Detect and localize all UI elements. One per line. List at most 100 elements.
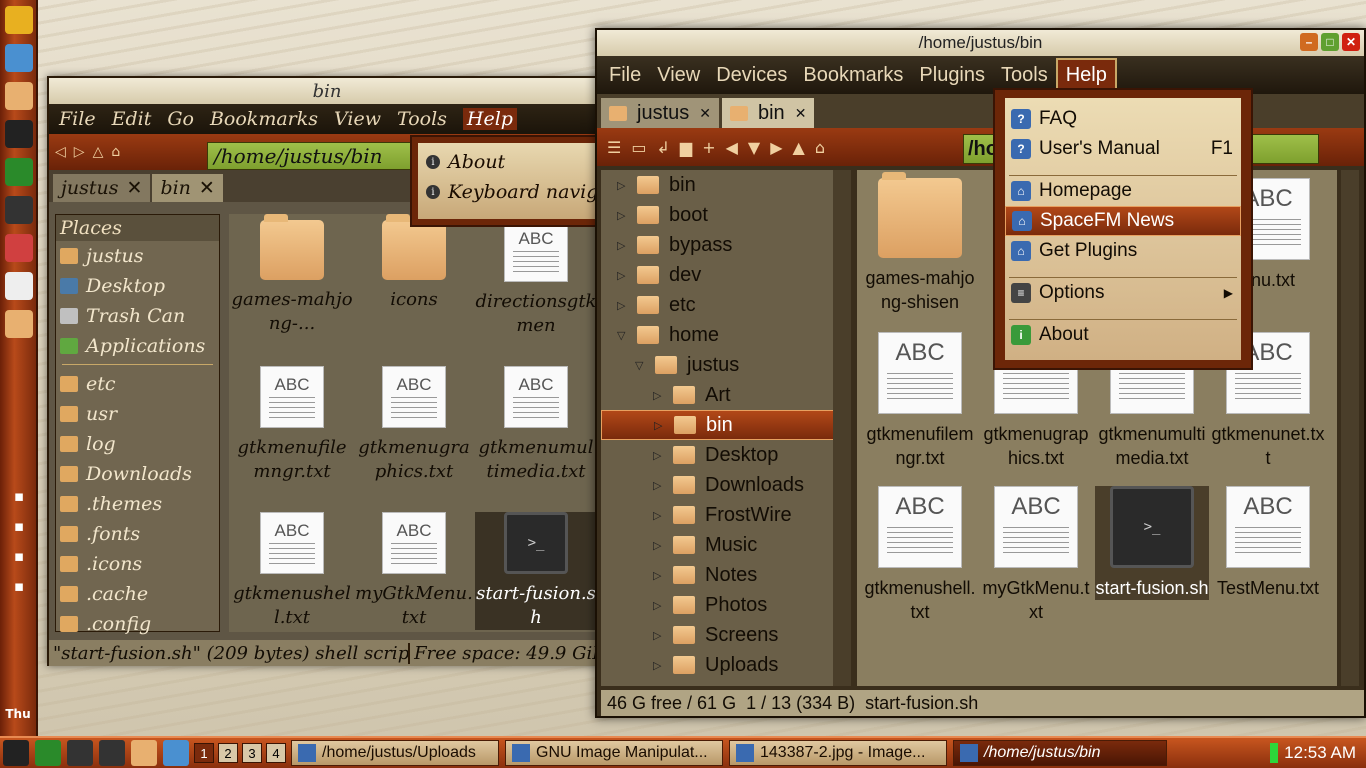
expander-icon[interactable]: ▽ (617, 329, 627, 342)
forward-icon[interactable]: ▷ (74, 144, 85, 160)
menu-file[interactable]: File (601, 58, 649, 92)
tab-close-icon[interactable]: ✕ (699, 105, 711, 122)
list-view-icon[interactable]: ☰ (607, 138, 621, 157)
window-title[interactable]: /home/justus/bin – □ ✕ (597, 30, 1364, 56)
expander-icon[interactable]: ▷ (653, 659, 663, 672)
tree-item-frostwire[interactable]: ▷ FrostWire (601, 500, 851, 530)
places-header[interactable]: Places (56, 215, 219, 241)
bird-icon[interactable] (5, 6, 33, 34)
camera-icon[interactable] (5, 196, 33, 224)
menu-view[interactable]: View (649, 58, 708, 92)
camera-icon[interactable] (99, 740, 125, 766)
file-item[interactable]: ABC gtkmenumultimedia.txt (475, 366, 597, 484)
tree-item-dev[interactable]: ▷ dev (601, 260, 851, 290)
new-folder-icon[interactable]: ▆ (680, 138, 692, 157)
up-icon[interactable]: ▲ (793, 138, 805, 157)
expander-icon[interactable]: ▷ (617, 179, 627, 192)
tree-item-screens[interactable]: ▷ Screens (601, 620, 851, 650)
expander-icon[interactable]: ▷ (654, 419, 664, 432)
expander-icon[interactable]: ▷ (617, 209, 627, 222)
minimize-icon[interactable]: – (1300, 33, 1318, 51)
task-button[interactable]: /home/justus/bin (953, 740, 1167, 766)
folder-icon[interactable] (5, 310, 33, 338)
volume-icon[interactable]: ▪ (5, 485, 33, 507)
task-button[interactable]: GNU Image Manipulat... (505, 740, 723, 766)
menu-help[interactable]: Help (462, 108, 517, 130)
back-icon[interactable]: ◁ (55, 144, 66, 160)
workspace-3[interactable]: 3 (242, 743, 262, 763)
up-icon[interactable]: △ (93, 144, 104, 160)
tab-justus[interactable]: justus ✕ (601, 98, 719, 128)
network-icon[interactable] (5, 44, 33, 72)
place-justus[interactable]: justus (56, 241, 219, 271)
tree-item-home[interactable]: ▽ home (601, 320, 851, 350)
expander-icon[interactable]: ▽ (635, 359, 645, 372)
expander-icon[interactable]: ▷ (653, 449, 663, 462)
task-button[interactable]: /home/justus/Uploads (291, 740, 499, 766)
menu-go[interactable]: Go (167, 108, 194, 130)
maximize-icon[interactable]: □ (1321, 33, 1339, 51)
file-item[interactable]: games-mahjong-... (231, 214, 353, 336)
tree-scrollbar[interactable] (833, 170, 851, 686)
tree-item-art[interactable]: ▷ Art (601, 380, 851, 410)
network-icon[interactable]: ▪ (5, 545, 33, 567)
window-title[interactable]: bin (49, 78, 605, 104)
tree-item-notes[interactable]: ▷ Notes (601, 560, 851, 590)
menu-tools[interactable]: Tools (397, 108, 447, 130)
tree-item-boot[interactable]: ▷ boot (601, 200, 851, 230)
help-item-user-s-manual[interactable]: ? User's Manual F1 (1005, 134, 1241, 164)
place-applications[interactable]: Applications (56, 331, 219, 361)
bookmark-config[interactable]: .config (56, 609, 219, 639)
expander-icon[interactable]: ▷ (653, 479, 663, 492)
drive-icon[interactable]: ▭ (631, 138, 646, 157)
tab-bin[interactable]: bin ✕ (152, 174, 223, 202)
file-item[interactable]: ABC myGtkMenu.txt (979, 486, 1093, 624)
tab-justus[interactable]: justus ✕ (53, 174, 151, 202)
expander-icon[interactable]: ▷ (653, 569, 663, 582)
file-item[interactable]: ABC directionsgtkmen (475, 220, 597, 338)
tree-item-photos[interactable]: ▷ Photos (601, 590, 851, 620)
help-item-get-plugins[interactable]: ⌂ Get Plugins (1005, 236, 1241, 266)
file-item[interactable]: ABC gtkmenushell.txt (863, 486, 977, 624)
tab-close-icon[interactable]: ✕ (795, 105, 807, 122)
home-icon[interactable]: ⌂ (815, 138, 825, 157)
expander-icon[interactable]: ▷ (617, 269, 627, 282)
new-tab-icon[interactable]: + (702, 138, 715, 157)
file-item[interactable]: ABC gtkmenufilemngr.txt (863, 332, 977, 470)
music-icon[interactable] (35, 740, 61, 766)
expander-icon[interactable]: ▷ (617, 239, 627, 252)
grid-icon[interactable] (67, 740, 93, 766)
help-item-about[interactable]: i About (1005, 320, 1241, 350)
tab-close-icon[interactable]: ✕ (199, 177, 215, 199)
menu-bookmarks[interactable]: Bookmarks (795, 58, 911, 92)
file-item[interactable]: ABC gtkmenushell.txt (231, 512, 353, 630)
expander-icon[interactable]: ▷ (653, 389, 663, 402)
down-icon[interactable]: ▼ (748, 138, 760, 157)
clipboard-icon[interactable]: ▪ (5, 515, 33, 537)
workspace-1[interactable]: 1 (194, 743, 214, 763)
terminal-icon[interactable] (3, 740, 29, 766)
tree-item-downloads[interactable]: ▷ Downloads (601, 470, 851, 500)
menu-bookmarks[interactable]: Bookmarks (210, 108, 318, 130)
workspace-4[interactable]: 4 (266, 743, 286, 763)
menu-tools[interactable]: Tools (993, 58, 1056, 92)
expander-icon[interactable]: ▷ (653, 599, 663, 612)
bookmark-cache[interactable]: .cache (56, 579, 219, 609)
menu-devices[interactable]: Devices (708, 58, 795, 92)
expander-icon[interactable]: ▷ (653, 539, 663, 552)
tree-item-music[interactable]: ▷ Music (601, 530, 851, 560)
workspace-2[interactable]: 2 (218, 743, 238, 763)
home-icon[interactable]: ⌂ (111, 144, 120, 160)
menu-file[interactable]: File (59, 108, 96, 130)
expander-icon[interactable]: ▷ (617, 299, 627, 312)
bookmark-etc[interactable]: etc (56, 369, 219, 399)
forward-icon[interactable]: ▶ (770, 138, 782, 157)
place-trash-can[interactable]: Trash Can (56, 301, 219, 331)
music-icon[interactable] (5, 158, 33, 186)
help-item-spacefm-news[interactable]: ⌂ SpaceFM News (1005, 206, 1241, 236)
terminal-icon[interactable] (5, 120, 33, 148)
file-item[interactable]: games-mahjong-shisen (863, 172, 977, 314)
tree-item-bin[interactable]: ▷ bin (601, 170, 851, 200)
bookmark-icons[interactable]: .icons (56, 549, 219, 579)
menu-edit[interactable]: Edit (112, 108, 152, 130)
